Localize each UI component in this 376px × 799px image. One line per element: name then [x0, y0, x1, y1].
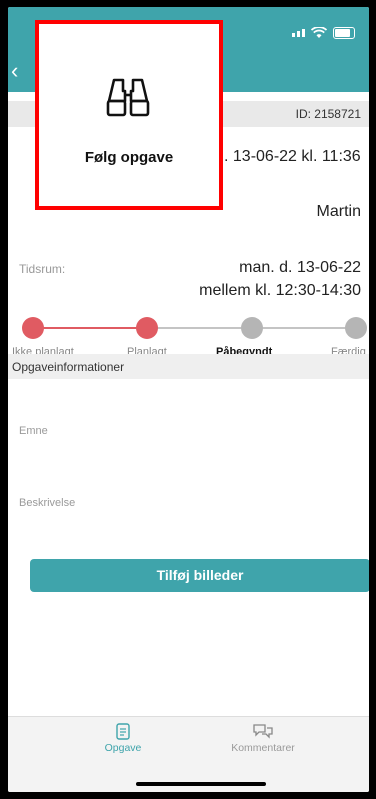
document-icon	[116, 723, 130, 740]
battery-icon	[333, 27, 355, 39]
progress-dot-1	[22, 317, 44, 339]
progress-dot-2	[136, 317, 158, 339]
progress-dot-4	[345, 317, 367, 339]
tab-opgave[interactable]: Opgave	[88, 723, 158, 754]
timespan-date: man. d. 13-06-22	[239, 259, 361, 276]
follow-task-label: Følg opgave	[84, 149, 174, 166]
status-bar	[292, 27, 355, 39]
timespan-label: Tidsrum:	[19, 262, 66, 276]
tab-kommentarer[interactable]: Kommentarer	[218, 723, 308, 754]
subject-label: Emne	[19, 425, 48, 437]
progress-dot-3	[241, 317, 263, 339]
follow-task-card[interactable]: Følg opgave	[35, 20, 223, 210]
progress-track-done	[28, 327, 153, 329]
section-header: Opgaveinformationer	[8, 354, 369, 379]
wifi-icon	[311, 27, 327, 38]
signal-icon	[292, 29, 305, 37]
task-id: ID: 2158721	[295, 107, 361, 121]
tab-label: Kommentarer	[231, 742, 295, 754]
task-created-date: . 13-06-22 kl. 11:36	[224, 148, 361, 165]
tab-bar: Opgave Kommentarer	[8, 716, 369, 792]
add-images-button[interactable]: Tilføj billeder	[30, 559, 369, 592]
timespan-time: mellem kl. 12:30-14:30	[199, 282, 361, 299]
task-assignee: Martin	[316, 203, 361, 220]
binoculars-icon	[106, 78, 150, 117]
tab-label: Opgave	[104, 742, 142, 754]
home-indicator	[136, 782, 266, 786]
section-title: Opgaveinformationer	[12, 360, 125, 374]
back-button[interactable]: ‹	[11, 60, 25, 82]
chat-icon	[253, 724, 273, 739]
description-label: Beskrivelse	[19, 497, 76, 509]
